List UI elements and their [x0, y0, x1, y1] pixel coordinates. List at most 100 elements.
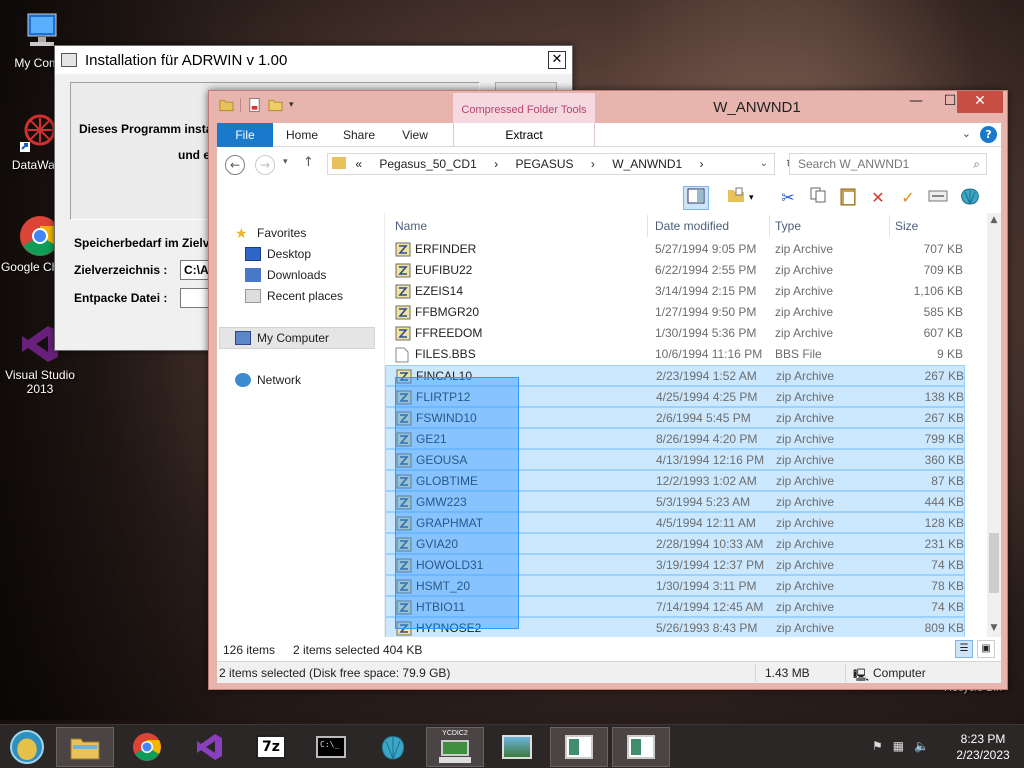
tab-share[interactable]: Share [331, 123, 387, 147]
organize-dropdown-icon[interactable]: ▾ [749, 193, 754, 203]
volume-icon[interactable]: 🔈 [914, 739, 929, 753]
compressed-folder-tools-tab[interactable]: Compressed Folder Tools [453, 93, 595, 123]
delete-icon[interactable]: ✕ [865, 186, 891, 210]
file-size: 9 KB [936, 347, 963, 361]
breadcrumb-w-anwnd1[interactable]: W_ANWND1 [612, 157, 682, 171]
preview-pane-button[interactable] [683, 186, 709, 210]
taskbar-visual-studio[interactable] [180, 727, 238, 767]
file-type: BBS File [775, 347, 822, 361]
file-type: zip Archive [776, 621, 835, 635]
file-date: 2/28/1994 10:33 AM [656, 537, 764, 551]
nav-my-computer[interactable]: My Computer [235, 328, 329, 348]
taskbar-shell-app[interactable] [364, 727, 422, 767]
file-type: zip Archive [775, 242, 834, 256]
tab-extract[interactable]: Extract [453, 123, 595, 147]
taskbar: 7z C:\_ YCDIC2 ⚑ ▦ 🔈 8:23 PM 2/23/2023 [0, 724, 1024, 768]
taskbar-chrome[interactable] [118, 727, 176, 767]
tab-home[interactable]: Home [275, 123, 329, 147]
details-view-button[interactable]: ☰ [955, 640, 973, 658]
table-row[interactable]: EUFIBU22 6/22/1994 2:55 PM zip Archive 709 … [385, 260, 965, 281]
table-row[interactable]: FFBMGR20 1/27/1994 9:50 PM zip Archive 585 … [385, 302, 965, 323]
taskbar-explorer[interactable] [56, 727, 114, 767]
file-type: zip Archive [776, 411, 835, 425]
column-size[interactable]: Size [895, 219, 918, 233]
explorer-window[interactable]: ▾ Compressed Folder Tools W_ANWND1 — ☐ ✕… [208, 90, 1008, 690]
close-button[interactable]: ✕ [957, 91, 1003, 113]
ribbon-collapse-icon[interactable]: ⌄ [962, 127, 971, 140]
breadcrumb-separator[interactable]: › [700, 157, 704, 171]
taskbar-7zip[interactable]: 7z [242, 727, 300, 767]
checkmark-icon[interactable]: ✓ [895, 186, 921, 210]
breadcrumb-separator[interactable]: › [591, 157, 595, 171]
forward-button[interactable]: → [255, 155, 275, 175]
table-row[interactable]: FILES.BBS 10/6/1994 11:16 PM BBS File 9 KB [385, 344, 965, 365]
taskbar-command-prompt[interactable]: C:\_ [302, 727, 360, 767]
file-type: zip Archive [776, 558, 835, 572]
large-icons-view-button[interactable]: ▣ [977, 640, 995, 658]
breadcrumb-separator[interactable]: › [494, 157, 498, 171]
address-dropdown-icon[interactable]: ⌄ [760, 154, 768, 174]
action-center-icon[interactable]: ⚑ [872, 739, 883, 753]
breadcrumb-pegasus[interactable]: PEGASUS [515, 157, 573, 171]
help-icon[interactable]: ? [980, 126, 997, 143]
table-row[interactable]: FFREEDOM 1/30/1994 5:36 PM zip Archive 607 … [385, 323, 965, 344]
column-separator[interactable] [647, 215, 648, 237]
rename-icon[interactable] [925, 186, 951, 210]
table-row[interactable]: EZEIS14 3/14/1994 2:15 PM zip Archive 1,106… [385, 281, 965, 302]
start-button[interactable] [0, 727, 54, 767]
vertical-scrollbar[interactable]: ▲ ▼ [987, 213, 1001, 637]
nav-desktop[interactable]: Desktop [245, 244, 311, 264]
nav-network[interactable]: Network [235, 370, 301, 390]
installer-titlebar[interactable]: Installation für ADRWIN v 1.00 [55, 46, 572, 74]
ribbon-tabs: File Home Share View Extract ⌄ ? [217, 123, 1001, 147]
minimize-button[interactable]: — [899, 91, 933, 113]
shell-icon[interactable] [957, 186, 983, 210]
column-separator[interactable] [889, 215, 890, 237]
file-list-pane[interactable]: Name ⌃ Date modified Type Size ERFINDER 5… [385, 213, 1001, 637]
breadcrumb-pegasus-cd[interactable]: Pegasus_50_CD1 [379, 157, 476, 171]
clock[interactable]: 8:23 PM 2/23/2023 [948, 731, 1018, 763]
scroll-down-icon[interactable]: ▼ [987, 623, 1001, 633]
column-headers: Name ⌃ Date modified Type Size [385, 213, 985, 239]
search-input[interactable]: Search W_ANWND1 ⌕ [789, 153, 987, 175]
recent-locations-icon[interactable]: ▾ [283, 157, 288, 167]
folder-icon[interactable] [219, 97, 234, 113]
scrollbar-thumb[interactable] [989, 533, 999, 593]
breadcrumb-overflow[interactable]: « [355, 157, 362, 171]
up-icon[interactable]: ↑ [303, 155, 314, 170]
properties-icon[interactable] [247, 97, 262, 113]
tab-view[interactable]: View [389, 123, 441, 147]
column-date-modified[interactable]: Date modified [655, 219, 729, 233]
installer-description-2: und e [178, 148, 210, 162]
network-status-icon[interactable]: ▦ [893, 739, 904, 753]
taskbar-window-1[interactable] [550, 727, 608, 767]
taskbar-ycdic[interactable]: YCDIC2 [426, 727, 484, 767]
back-button[interactable]: ← [225, 155, 245, 175]
address-bar[interactable]: « Pegasus_50_CD1 › PEGASUS › W_ANWND1 › … [327, 153, 796, 175]
paste-icon[interactable] [835, 186, 861, 210]
nav-recent-places[interactable]: Recent places [245, 286, 343, 306]
installer-close-button[interactable]: ✕ [548, 51, 566, 69]
file-size: 585 KB [923, 305, 963, 319]
nav-downloads[interactable]: Downloads [245, 265, 326, 285]
installer-button[interactable] [495, 82, 557, 90]
column-type[interactable]: Type [775, 219, 801, 233]
explorer-titlebar[interactable]: ▾ Compressed Folder Tools W_ANWND1 — ☐ ✕ [217, 91, 1003, 123]
taskbar-photos[interactable] [488, 727, 546, 767]
scroll-up-icon[interactable]: ▲ [987, 215, 1001, 225]
organize-icon[interactable] [723, 186, 749, 210]
column-name[interactable]: Name [395, 219, 427, 233]
app-icon [61, 53, 77, 67]
nav-favorites[interactable]: ★ Favorites [235, 223, 306, 243]
file-date: 5/3/1994 5:23 AM [656, 495, 751, 509]
cut-icon[interactable]: ✂ [775, 186, 801, 210]
column-separator[interactable] [769, 215, 770, 237]
extract-file-label: Entpacke Datei : [74, 291, 168, 305]
taskbar-window-2[interactable] [612, 727, 670, 767]
file-type: zip Archive [776, 537, 835, 551]
tab-file[interactable]: File [217, 123, 273, 147]
copy-icon[interactable] [805, 186, 831, 210]
qat-dropdown-icon[interactable]: ▾ [289, 100, 294, 110]
table-row[interactable]: ERFINDER 5/27/1994 9:05 PM zip Archive 707 … [385, 239, 965, 260]
new-folder-icon[interactable] [268, 97, 283, 113]
